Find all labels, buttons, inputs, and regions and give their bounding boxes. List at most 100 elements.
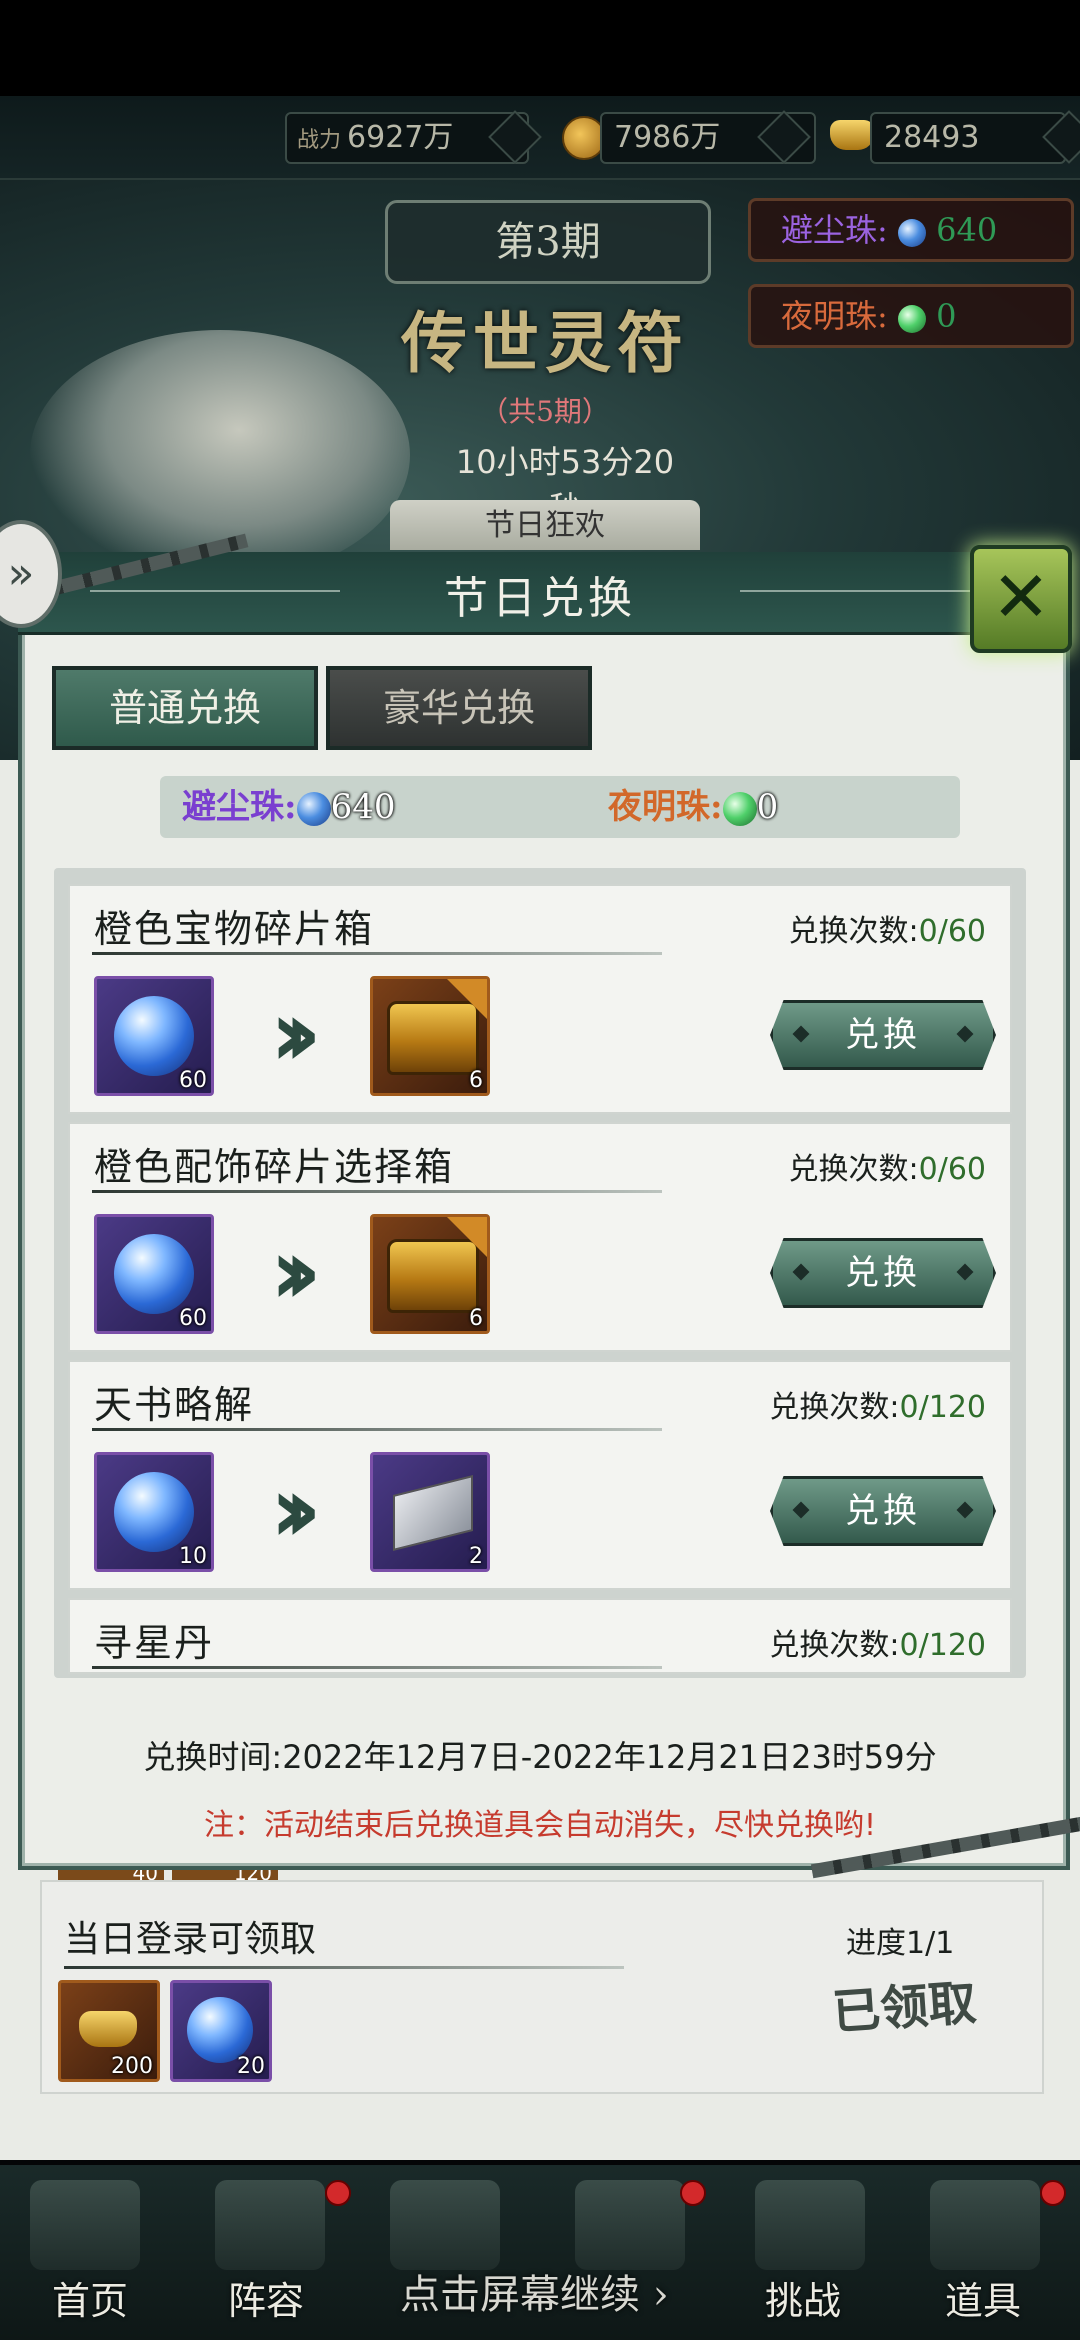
reward-item[interactable]: 6 xyxy=(370,976,490,1096)
diamond-icon xyxy=(956,1263,974,1281)
count-value: 0/120 xyxy=(899,1628,986,1663)
exchange-count: 兑换次数:0/60 xyxy=(789,906,986,950)
login-progress: 进度1/1 xyxy=(846,1926,955,1961)
blue-orb-icon xyxy=(114,1234,194,1314)
scroll-icon[interactable] xyxy=(755,2180,865,2270)
cost-item[interactable]: 60 xyxy=(94,1214,214,1334)
ingot-icon xyxy=(830,120,874,150)
continue-hint[interactable]: 点击屏幕继续 › xyxy=(400,2262,669,2320)
tab-luxury-exchange[interactable]: 豪华兑换 xyxy=(326,666,592,750)
diamond-icon xyxy=(792,1263,810,1281)
crossed-swords-icon[interactable] xyxy=(575,2180,685,2270)
reward-qty: 6 xyxy=(469,1068,483,1093)
yeming-orb-icon xyxy=(722,792,757,826)
dock-home[interactable]: 首页 xyxy=(52,2270,128,2325)
ingot-value: 28493 xyxy=(884,120,980,155)
count-value: 0/120 xyxy=(899,1390,986,1425)
cost-item[interactable]: 10 xyxy=(94,1452,214,1572)
exchange-button[interactable]: 兑换 xyxy=(770,1238,996,1308)
exchange-row: 天书略解 兑换次数:0/120 10 ›› 2 兑换 xyxy=(68,1360,1012,1590)
festival-tab[interactable]: 节日狂欢 xyxy=(390,500,700,550)
continue-hint-text: 点击屏幕继续 xyxy=(400,2272,640,2318)
lineup-icon[interactable] xyxy=(215,2180,325,2270)
exchange-time: 兑换时间:2022年12月7日-2022年12月21日23时59分 xyxy=(143,1738,937,1776)
total-periods: （共5期） xyxy=(480,395,610,428)
notification-dot xyxy=(325,2180,351,2206)
dock-lineup[interactable]: 阵容 xyxy=(228,2270,304,2325)
cost-qty: 60 xyxy=(179,1068,207,1093)
item-underline xyxy=(92,1428,662,1431)
status-bar xyxy=(0,0,1080,96)
double-arrow-icon: ›› xyxy=(270,1218,322,1325)
item-underline xyxy=(92,1666,662,1669)
reward-qty: 6 xyxy=(469,1306,483,1331)
item-underline xyxy=(92,1190,662,1193)
event-title: 传世灵符 xyxy=(401,304,689,382)
home-icon[interactable] xyxy=(30,2180,140,2270)
qty: 20 xyxy=(237,2054,265,2079)
weapon-icon[interactable] xyxy=(390,2180,500,2270)
modal-bizhu-value: 640 xyxy=(330,787,396,827)
chevron-right-icon: › xyxy=(640,2272,669,2318)
dock-challenge[interactable]: 挑战 xyxy=(765,2270,841,2325)
item-underline xyxy=(92,952,662,955)
yeming-value: 0 xyxy=(936,297,957,335)
bag-icon[interactable] xyxy=(930,2180,1040,2270)
corner-tag-icon xyxy=(447,979,487,1019)
corner-tag-icon xyxy=(447,1217,487,1257)
login-reward-orb[interactable]: 20 xyxy=(170,1980,272,2082)
exchange-button[interactable]: 兑换 xyxy=(770,1000,996,1070)
gold-value: 7986万 xyxy=(614,120,721,155)
blue-orb-icon xyxy=(114,996,194,1076)
bizhu-value: 640 xyxy=(936,211,998,249)
yeming-counter: 夜明珠: 0 xyxy=(748,284,1074,348)
ingot-display: 28493 xyxy=(870,112,1066,164)
cost-item[interactable]: 60 xyxy=(94,976,214,1096)
count-label: 兑换次数: xyxy=(769,1390,900,1425)
diamond-icon xyxy=(956,1501,974,1519)
header-ornament-right xyxy=(740,590,990,592)
item-name: 橙色配饰碎片选择箱 xyxy=(94,1145,455,1189)
notification-dot xyxy=(1040,2180,1066,2206)
login-reward-ingot[interactable]: 200 xyxy=(58,1980,160,2082)
exchange-count: 兑换次数:0/60 xyxy=(789,1144,986,1188)
exchange-row: 橙色宝物碎片箱 兑换次数:0/60 60 ›› 6 兑换 xyxy=(68,884,1012,1114)
exchange-button-label: 兑换 xyxy=(845,1015,921,1055)
exchange-count: 兑换次数:0/120 xyxy=(769,1620,986,1664)
bizhu-counter: 避尘珠: 640 xyxy=(748,198,1074,262)
diamond-icon xyxy=(792,1501,810,1519)
count-label: 兑换次数: xyxy=(788,1152,919,1187)
power-value: 6927万 xyxy=(347,120,454,155)
bizhu-label: 避尘珠: xyxy=(781,211,888,249)
power-label: 战力 xyxy=(297,128,342,153)
blue-orb-icon xyxy=(114,1472,194,1552)
count-value: 0/60 xyxy=(918,1152,986,1187)
cost-qty: 10 xyxy=(179,1544,207,1569)
modal-title: 节日兑换 xyxy=(444,573,636,624)
exchange-button-label: 兑换 xyxy=(845,1253,921,1293)
tab-normal-exchange[interactable]: 普通兑换 xyxy=(52,666,318,750)
ingot-icon xyxy=(79,2011,137,2047)
exchange-row: 寻星丹 兑换次数:0/120 xyxy=(68,1598,1012,1674)
diamond-icon xyxy=(792,1025,810,1043)
count-label: 兑换次数: xyxy=(769,1628,900,1663)
bizhu-orb-icon xyxy=(296,792,331,826)
reward-item[interactable]: 2 xyxy=(370,1452,490,1572)
dock-items[interactable]: 道具 xyxy=(945,2270,1021,2325)
item-name: 天书略解 xyxy=(94,1383,255,1427)
close-button[interactable]: ✕ xyxy=(970,545,1072,653)
book-icon xyxy=(393,1475,473,1551)
exchange-count: 兑换次数:0/120 xyxy=(769,1382,986,1426)
exchange-button[interactable]: 兑换 xyxy=(770,1476,996,1546)
modal-yeming: 夜明珠: 0 xyxy=(608,782,778,832)
period-box: 第3期 xyxy=(385,200,711,284)
modal-bizhu: 避尘珠: 640 xyxy=(182,782,395,832)
bizhu-orb-icon xyxy=(897,218,926,247)
claimed-stamp: 已领取 xyxy=(830,1975,979,2041)
header-ornament-left xyxy=(90,590,340,592)
exchange-button-label: 兑换 xyxy=(845,1491,921,1531)
modal-yeming-label: 夜明珠: xyxy=(608,787,723,827)
reward-item[interactable]: 6 xyxy=(370,1214,490,1334)
login-underline xyxy=(64,1966,624,1969)
modal-yeming-value: 0 xyxy=(756,787,779,827)
